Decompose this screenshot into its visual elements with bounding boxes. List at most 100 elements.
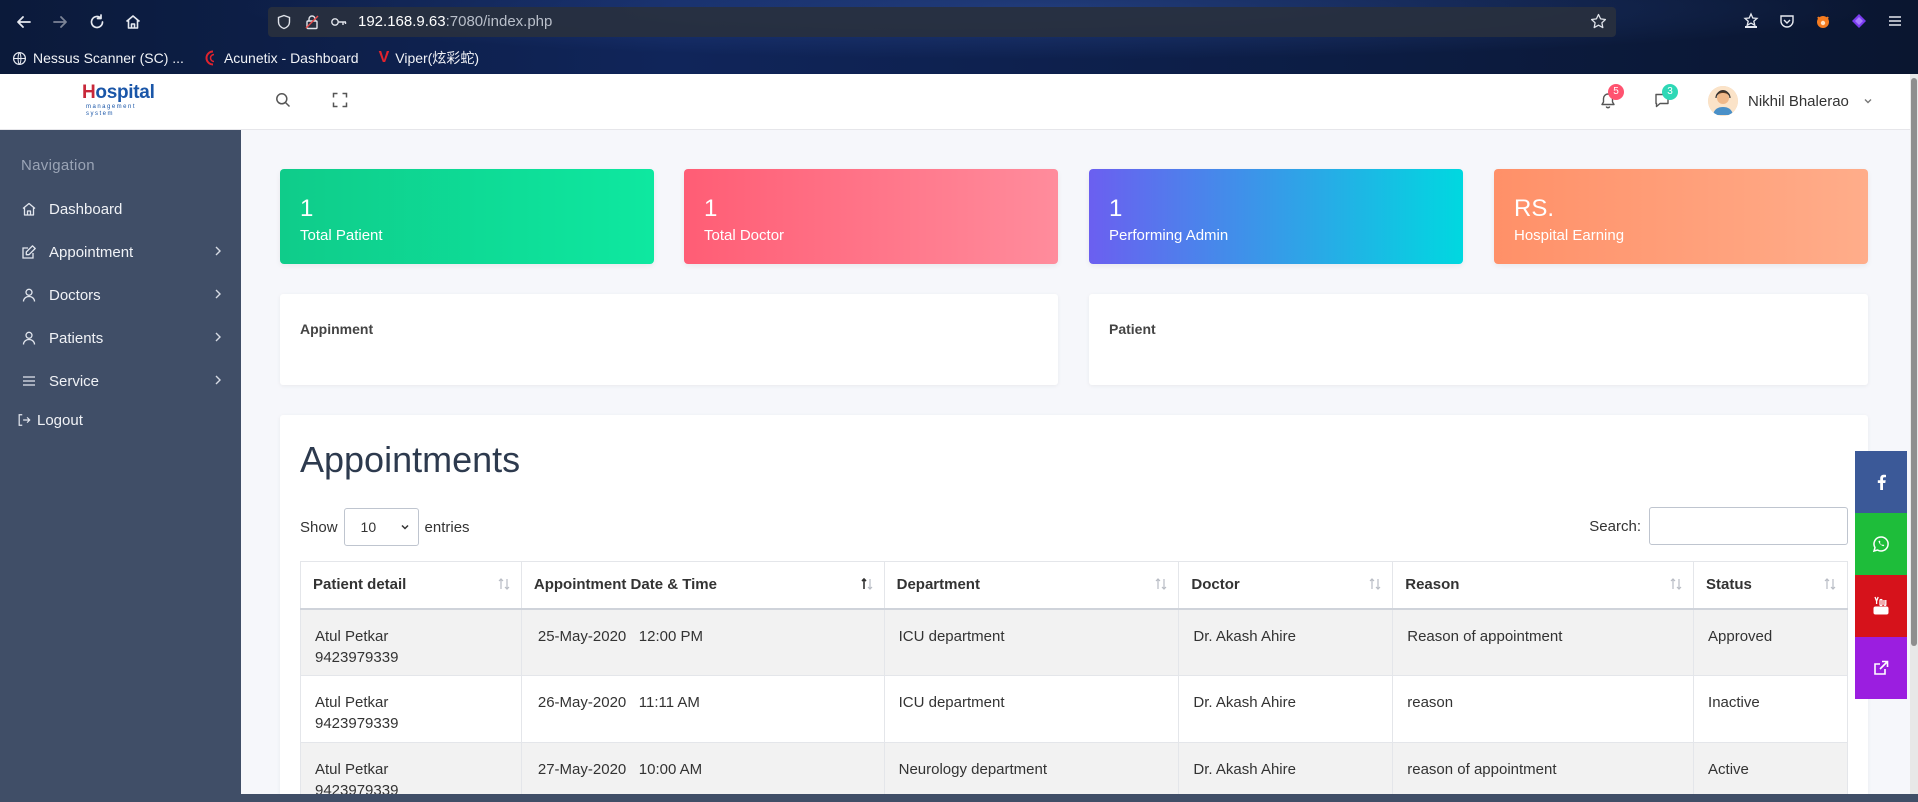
cell-department: ICU department [883,608,1180,676]
column-header-appointment-date[interactable]: Appointment Date & Time [520,561,885,610]
extension-fox-icon[interactable] [1812,10,1834,32]
avatar [1708,86,1738,116]
edit-icon [20,243,38,261]
logo-word: ospital [95,82,155,103]
cell-doctor: Dr. Akash Ahire [1178,608,1394,676]
sidebar-item-logout[interactable]: Logout [0,402,241,438]
logo-text: Hospital [82,82,155,104]
sidebar-item-patients[interactable]: Patients [0,320,241,356]
sidebar-item-doctors[interactable]: Doctors [0,277,241,313]
reload-icon[interactable] [85,10,109,34]
appointment-date: 26-May-2020 [537,694,627,711]
notification-badge: 5 [1608,84,1624,100]
stat-label: Performing Admin [1109,227,1229,244]
hospital-logo[interactable]: Hospital management system [82,82,155,122]
pocket-icon[interactable] [1776,10,1798,32]
table-row[interactable]: Atul Petkar 9423979339 25-May-2020 12:00 … [300,608,1848,676]
insecure-lock-icon[interactable] [304,14,320,30]
stat-label: Total Doctor [704,227,785,244]
column-header-patient-detail[interactable]: Patient detail [300,561,522,610]
key-icon[interactable] [330,14,348,30]
bookmark-viper[interactable]: V Viper(炫彩蛇) [379,48,479,68]
home-page-icon[interactable] [121,10,145,34]
user-menu[interactable]: Nikhil Bhalerao [1708,86,1873,116]
facebook-button[interactable] [1855,451,1907,513]
sort-icon [497,577,511,591]
chevron-right-icon [213,288,223,300]
stat-value: 1 [704,195,718,222]
sort-icon [1368,577,1382,591]
fullscreen-icon[interactable] [332,92,348,108]
cell-doctor: Dr. Akash Ahire [1178,675,1394,743]
column-label: Patient detail [313,576,407,594]
extension-gem-icon[interactable] [1848,10,1870,32]
main-content: 1 Total Patient 1 Total Doctor 1 Perform… [241,130,1912,802]
stat-card-total-patient: 1 Total Patient [280,169,654,264]
stat-card-performing-admin: 1 Performing Admin [1089,169,1463,264]
column-header-doctor[interactable]: Doctor [1178,561,1394,610]
external-link-icon [1872,659,1890,677]
pocket-save-icon[interactable] [1740,10,1762,32]
page-length-select[interactable]: 10 [343,508,419,546]
patient-name: Atul Petkar [315,627,389,645]
sidebar-item-service[interactable]: Service [0,363,241,399]
patient-phone: 9423979339 [315,648,399,666]
sidebar: Navigation Dashboard Appointment Doctors… [0,130,241,794]
sort-ascending-icon [860,577,874,591]
panel-title: Patient [1109,321,1156,337]
home-icon [20,200,38,218]
appointments-panel: Appointments Show 10 entries Search: Pat… [280,415,1868,802]
bookmark-star-icon[interactable] [1590,13,1607,30]
sidebar-item-label: Doctors [49,286,101,304]
bottom-strip [0,794,1918,802]
page-length-value: 10 [360,519,377,535]
search-icon[interactable] [275,92,291,108]
bookmark-acunetix[interactable]: Acunetix - Dashboard [204,50,359,66]
chevron-down-icon [1863,96,1873,106]
message-badge: 3 [1662,84,1678,100]
sort-icon [1154,577,1168,591]
sort-icon [1823,577,1837,591]
column-header-status[interactable]: Status [1693,561,1848,610]
sidebar-item-appointment[interactable]: Appointment [0,234,241,270]
search-label: Search: [1589,517,1641,535]
column-label: Reason [1405,576,1460,594]
cell-datetime: 25-May-2020 12:00 PM [520,608,885,676]
viper-icon: V [378,49,390,66]
bookmark-label: Nessus Scanner (SC) ... [33,50,184,66]
cell-status: Approved [1693,608,1848,676]
column-header-department[interactable]: Department [883,561,1180,610]
logout-icon [15,411,33,429]
address-bar[interactable]: 192.168.9.63:7080/index.php [268,7,1616,37]
external-link-button[interactable] [1855,637,1907,699]
bookmark-nessus[interactable]: Nessus Scanner (SC) ... [12,50,184,66]
menu-hamburger-icon[interactable] [1884,10,1906,32]
whatsapp-button[interactable] [1855,513,1907,575]
patient-name: Atul Petkar [315,761,389,778]
forward-icon[interactable] [48,10,72,34]
cell-datetime: 26-May-2020 11:11 AM [520,675,885,743]
shield-icon[interactable] [276,14,292,30]
stat-card-total-doctor: 1 Total Doctor [684,169,1058,264]
sidebar-item-dashboard[interactable]: Dashboard [0,191,241,227]
column-header-reason[interactable]: Reason [1392,561,1695,610]
chevron-right-icon [213,245,223,257]
page-scrollbar-thumb[interactable] [1911,78,1917,646]
stat-card-hospital-earning: RS. Hospital Earning [1494,169,1868,264]
cell-reason: reason [1392,675,1695,743]
acunetix-icon [204,50,218,66]
appointments-table: Patient detail Appointment Date & Time D… [300,561,1848,802]
search-input[interactable] [1649,507,1848,545]
table-search: Search: [1589,507,1848,545]
app-header: Hospital management system 5 3 Nikhil Bh… [0,74,1912,130]
column-label: Appointment Date & Time [533,576,717,594]
messages-button[interactable]: 3 [1654,84,1678,109]
table-row[interactable]: Atul Petkar 9423979339 26-May-2020 11:11 … [300,675,1848,743]
back-icon[interactable] [12,10,36,34]
chevron-down-icon [400,522,410,532]
sidebar-item-label: Service [49,372,100,390]
notifications-button[interactable]: 5 [1600,84,1624,109]
sidebar-item-label: Appointment [49,243,134,261]
url-text[interactable]: 192.168.9.63:7080/index.php [358,13,552,30]
youtube-button[interactable] [1855,575,1907,637]
